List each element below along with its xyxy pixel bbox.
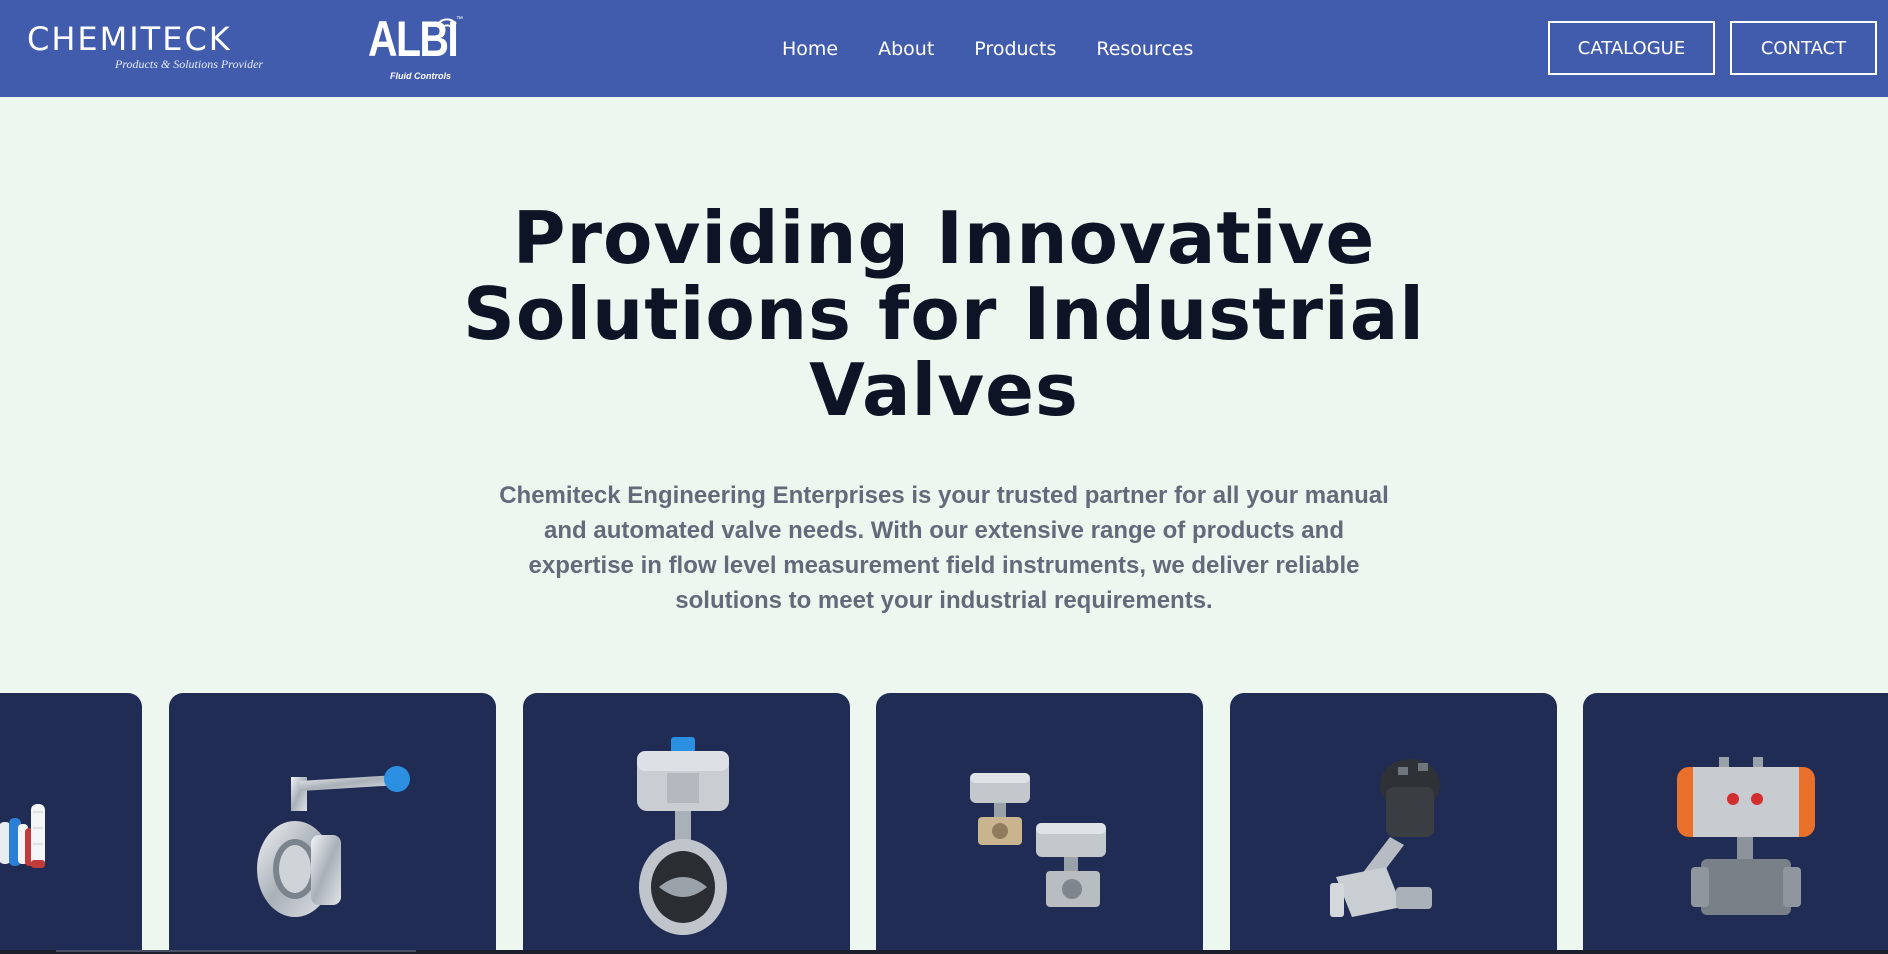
chemiteck-logo[interactable]: CHEMITECK Products & Solutions Provider <box>27 22 279 74</box>
hero-description-line-4: solutions to meet your industrial requir… <box>675 587 1213 614</box>
trademark-mark: ™ <box>456 16 463 23</box>
hero-description-line-2: and automated valve needs. With our exte… <box>544 517 1344 544</box>
three-way-actuated-ball-valves-icon <box>970 773 1106 907</box>
logo-tagline: Products & Solutions Provider <box>115 57 264 71</box>
site-header: CHEMITECK Products & Solutions Provider … <box>0 0 1888 97</box>
logo-wordmark: CHEMITECK <box>27 20 232 58</box>
scrollbar-thumb[interactable] <box>56 950 416 952</box>
filter-cartridges-icon <box>0 804 45 868</box>
hero-title-line-1: Providing Innovative <box>512 196 1376 280</box>
hero-title-line-2: Solutions for Industrial <box>463 272 1425 356</box>
product-card[interactable] <box>0 693 142 954</box>
product-carousel[interactable] <box>0 693 1888 954</box>
albi-logo[interactable]: ALBI ™ Fluid Controls <box>368 14 464 84</box>
albi-subtitle: Fluid Controls <box>390 71 451 81</box>
nav-products[interactable]: Products <box>974 36 1056 62</box>
angle-seat-valve-icon <box>1330 759 1440 917</box>
signal-arcs-icon: ™ <box>437 16 463 29</box>
main-nav: Home About Products Resources <box>782 36 1193 62</box>
manual-butterfly-valve-icon <box>257 766 410 917</box>
hero-description-line-1: Chemiteck Engineering Enterprises is you… <box>499 482 1389 509</box>
product-card[interactable] <box>169 693 496 954</box>
product-card[interactable] <box>523 693 850 954</box>
catalogue-button[interactable]: CATALOGUE <box>1548 21 1715 75</box>
product-card[interactable] <box>1230 693 1557 954</box>
contact-button[interactable]: CONTACT <box>1730 21 1877 75</box>
actuated-ball-valve-icon <box>1677 757 1815 915</box>
hero-title-line-3: Valves <box>809 348 1079 432</box>
nav-home[interactable]: Home <box>782 36 838 62</box>
pneumatic-butterfly-valve-icon <box>637 737 729 935</box>
hero-description: Chemiteck Engineering Enterprises is you… <box>474 478 1414 618</box>
hero-title: Providing Innovative Solutions for Indus… <box>444 200 1444 428</box>
product-card[interactable] <box>876 693 1203 954</box>
nav-resources[interactable]: Resources <box>1096 36 1193 62</box>
hero-description-line-3: expertise in flow level measurement fiel… <box>528 552 1360 579</box>
nav-about[interactable]: About <box>878 36 934 62</box>
product-card[interactable] <box>1583 693 1888 954</box>
